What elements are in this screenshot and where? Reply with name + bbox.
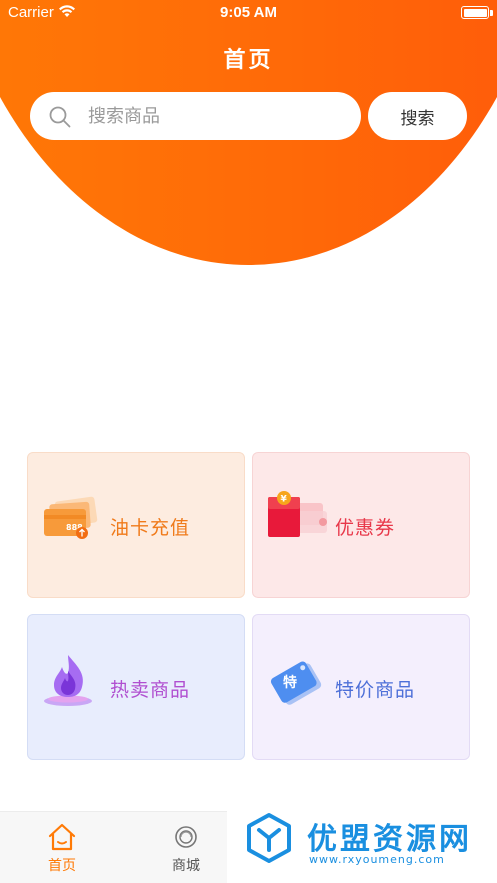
price-tag-icon: 特	[270, 661, 322, 705]
mall-icon	[175, 826, 197, 848]
coupon-card[interactable]: ¥ 优惠券	[252, 452, 470, 598]
svg-text:¥: ¥	[281, 495, 288, 505]
tab-home[interactable]: 首页	[22, 812, 102, 883]
search-box[interactable]	[30, 92, 361, 140]
watermark-title: 优盟资源网	[307, 822, 472, 857]
home-icon	[48, 823, 76, 851]
search-input[interactable]	[88, 92, 348, 140]
special-price-card[interactable]: 特 特价商品	[252, 614, 470, 760]
watermark-url: www.rxyoumeng.com	[309, 853, 445, 866]
search-button[interactable]: 搜索	[368, 92, 467, 140]
header: Carrier 9:05 AM 首页 搜索	[0, 0, 497, 270]
battery-icon	[461, 6, 489, 19]
card-label: 油卡充值	[110, 516, 191, 539]
card-label: 优惠券	[335, 516, 396, 539]
watermark-logo-icon	[247, 813, 291, 863]
fuel-card-recharge-card[interactable]: 888 油卡充值	[27, 452, 245, 598]
hot-products-card[interactable]: 热卖商品	[27, 614, 245, 760]
battery-cap	[490, 10, 493, 16]
card-label: 特价商品	[335, 678, 416, 701]
fuel-card-icon: 888	[44, 496, 98, 539]
search-icon	[49, 106, 71, 128]
page-title: 首页	[223, 48, 274, 73]
card-label: 热卖商品	[110, 678, 191, 701]
tab-label: 首页	[48, 858, 76, 874]
svg-text:特: 特	[283, 674, 297, 691]
flame-icon	[44, 655, 92, 706]
watermark: 优盟资源网 www.rxyoumeng.com	[227, 802, 497, 883]
tab-label: 商城	[172, 858, 200, 874]
status-bar: Carrier 9:05 AM	[0, 0, 497, 26]
tab-mall[interactable]: 商城	[146, 812, 226, 883]
coupon-icon: ¥	[268, 491, 327, 537]
status-time: 9:05 AM	[220, 4, 277, 21]
